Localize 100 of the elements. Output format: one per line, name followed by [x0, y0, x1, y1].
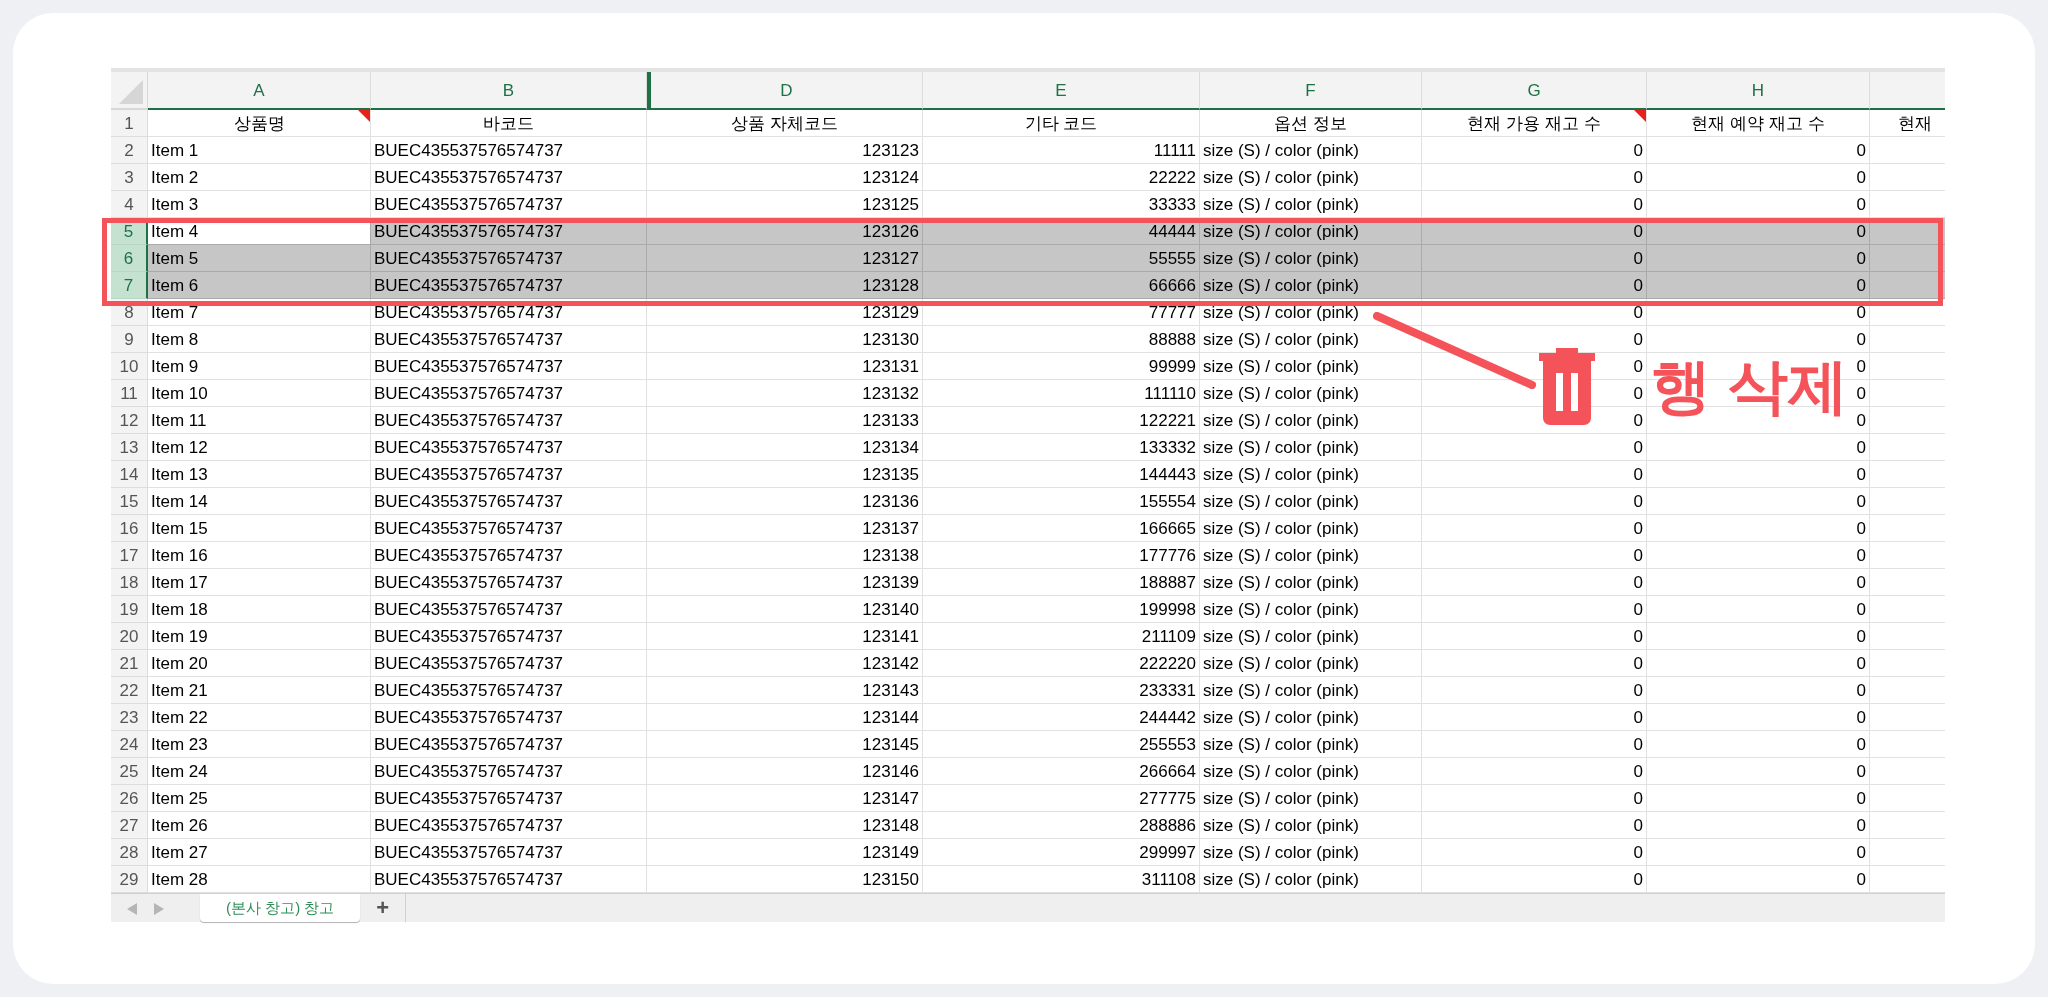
row-number[interactable]: 28 — [111, 839, 148, 866]
table-cell: size (S) / color (pink) — [1200, 272, 1422, 299]
row-number[interactable]: 13 — [111, 434, 148, 461]
row-number[interactable]: 12 — [111, 407, 148, 434]
table-cell: size (S) / color (pink) — [1200, 677, 1422, 704]
table-cell: 0 — [1647, 650, 1870, 677]
table-cell: 0 — [1647, 839, 1870, 866]
table-cell: BUEC435537576574737 — [371, 407, 647, 434]
row-number[interactable]: 11 — [111, 380, 148, 407]
table-cell: 0 — [1422, 515, 1647, 542]
row-number[interactable]: 6 — [111, 245, 148, 272]
table-cell: 155554 — [923, 488, 1200, 515]
header-cell: 옵션 정보 — [1200, 110, 1422, 137]
table-cell: 123128 — [647, 272, 923, 299]
row-number[interactable]: 2 — [111, 137, 148, 164]
table-cell: 123125 — [647, 191, 923, 218]
row-number[interactable]: 3 — [111, 164, 148, 191]
table-cell: 0 — [1647, 488, 1870, 515]
row-number[interactable]: 18 — [111, 569, 148, 596]
header-cell: 상품명 — [148, 110, 371, 137]
table-cell: 0 — [1422, 596, 1647, 623]
table-cell: BUEC435537576574737 — [371, 137, 647, 164]
table-cell: BUEC435537576574737 — [371, 866, 647, 893]
row-number[interactable]: 29 — [111, 866, 148, 893]
table-cell: 166665 — [923, 515, 1200, 542]
table-cell: 88888 — [923, 326, 1200, 353]
previous-sheet-icon[interactable] — [127, 903, 137, 915]
table-cell: 0 — [1422, 434, 1647, 461]
row-number[interactable]: 1 — [111, 110, 148, 137]
table-cell: 123134 — [647, 434, 923, 461]
row-number[interactable]: 10 — [111, 353, 148, 380]
row-number[interactable]: 19 — [111, 596, 148, 623]
table-cell: size (S) / color (pink) — [1200, 704, 1422, 731]
row-number[interactable]: 4 — [111, 191, 148, 218]
table-cell: 299997 — [923, 839, 1200, 866]
row-number[interactable]: 22 — [111, 677, 148, 704]
row-number[interactable]: 24 — [111, 731, 148, 758]
table-cell: 123143 — [647, 677, 923, 704]
table-cell: 122221 — [923, 407, 1200, 434]
select-all-corner[interactable] — [111, 72, 148, 110]
row-number[interactable]: 9 — [111, 326, 148, 353]
table-cell: Item 12 — [148, 434, 371, 461]
row-number[interactable]: 21 — [111, 650, 148, 677]
trash-icon — [1539, 348, 1595, 426]
column-header[interactable]: G — [1422, 72, 1647, 110]
row-number[interactable]: 23 — [111, 704, 148, 731]
table-cell: 123123 — [647, 137, 923, 164]
column-header[interactable]: A — [148, 72, 371, 110]
table-cell: 0 — [1422, 812, 1647, 839]
table-cell: 0 — [1647, 785, 1870, 812]
row-number[interactable]: 15 — [111, 488, 148, 515]
table-cell: BUEC435537576574737 — [371, 569, 647, 596]
table-cell: 0 — [1422, 137, 1647, 164]
table-cell: 0 — [1647, 623, 1870, 650]
table-cell: 0 — [1647, 137, 1870, 164]
row-number[interactable]: 26 — [111, 785, 148, 812]
table-cell: size (S) / color (pink) — [1200, 164, 1422, 191]
table-cell: 188887 — [923, 569, 1200, 596]
table-cell: size (S) / color (pink) — [1200, 758, 1422, 785]
table-cell: 123127 — [647, 245, 923, 272]
table-cell: 133332 — [923, 434, 1200, 461]
column-header[interactable]: D — [647, 72, 923, 110]
table-cell: Item 11 — [148, 407, 371, 434]
table-cell: 123135 — [647, 461, 923, 488]
table-cell: 0 — [1422, 272, 1647, 299]
table-cell: 123138 — [647, 542, 923, 569]
table-cell: 0 — [1647, 569, 1870, 596]
table-cell: size (S) / color (pink) — [1200, 488, 1422, 515]
table-cell: 233331 — [923, 677, 1200, 704]
add-sheet-button[interactable]: + — [360, 894, 407, 922]
row-number[interactable]: 7 — [111, 272, 148, 299]
table-cell: 0 — [1647, 245, 1870, 272]
table-cell: 0 — [1647, 542, 1870, 569]
sheet-tab[interactable]: (본사 창고) 창고 — [200, 894, 361, 922]
table-cell: 0 — [1647, 677, 1870, 704]
table-cell: size (S) / color (pink) — [1200, 461, 1422, 488]
next-sheet-icon[interactable] — [154, 903, 164, 915]
table-cell: 0 — [1647, 272, 1870, 299]
row-number[interactable]: 20 — [111, 623, 148, 650]
table-cell: BUEC435537576574737 — [371, 596, 647, 623]
table-cell: 0 — [1647, 191, 1870, 218]
table-cell: 123148 — [647, 812, 923, 839]
row-number[interactable]: 14 — [111, 461, 148, 488]
table-cell: 0 — [1422, 326, 1647, 353]
table-cell: 0 — [1647, 326, 1870, 353]
column-header[interactable]: H — [1647, 72, 1870, 110]
row-number[interactable]: 27 — [111, 812, 148, 839]
table-cell: size (S) / color (pink) — [1200, 596, 1422, 623]
column-header[interactable]: B — [371, 72, 647, 110]
column-header[interactable]: F — [1200, 72, 1422, 110]
table-cell: Item 17 — [148, 569, 371, 596]
row-number[interactable]: 16 — [111, 515, 148, 542]
row-number[interactable]: 25 — [111, 758, 148, 785]
row-number[interactable]: 17 — [111, 542, 148, 569]
table-cell: Item 23 — [148, 731, 371, 758]
table-cell: 123147 — [647, 785, 923, 812]
table-cell: size (S) / color (pink) — [1200, 191, 1422, 218]
column-header[interactable]: E — [923, 72, 1200, 110]
table-cell: 123141 — [647, 623, 923, 650]
table-cell: 99999 — [923, 353, 1200, 380]
